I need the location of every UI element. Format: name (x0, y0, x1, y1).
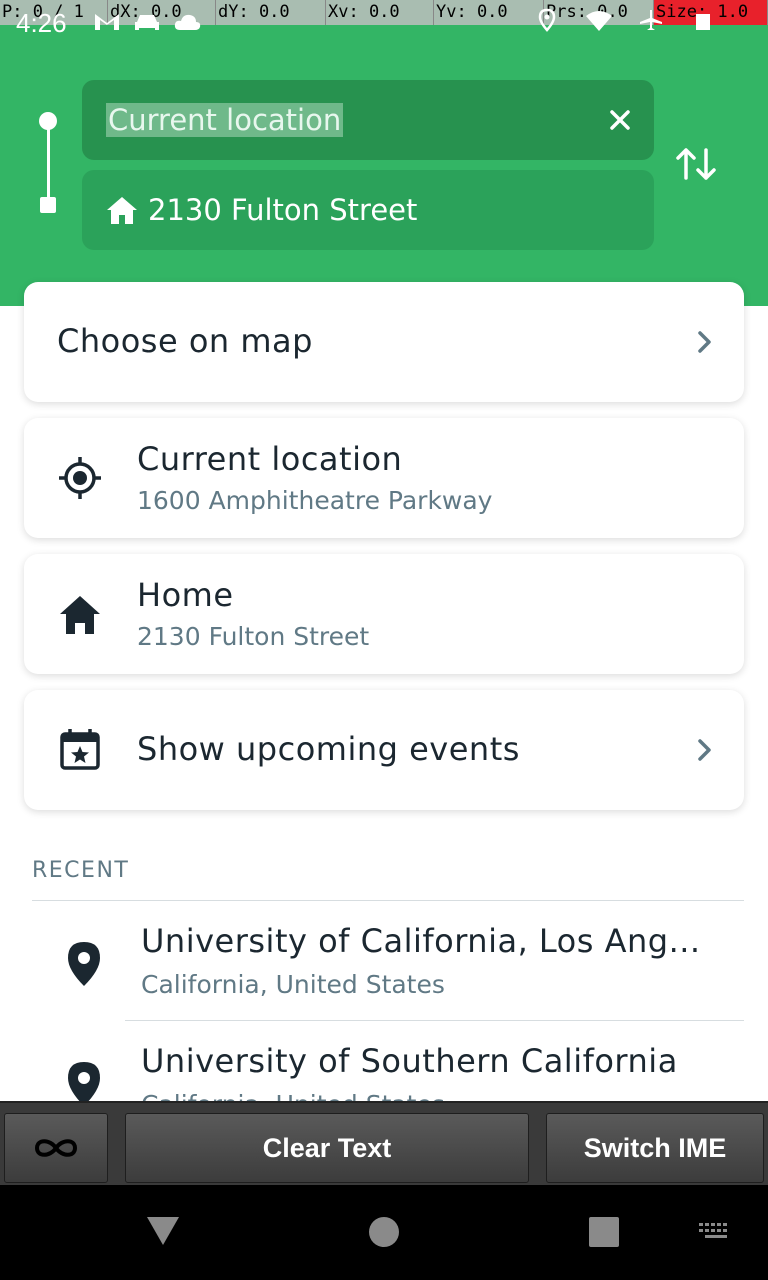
debug-yv: Yv: 0.0 (434, 0, 544, 25)
home-icon (107, 197, 137, 224)
home-title: Home (137, 576, 234, 614)
recent-section-header: RECENT (32, 858, 130, 883)
home-nav-icon[interactable] (368, 1216, 400, 1248)
recent-item-subtitle: California, United States (141, 970, 445, 999)
switch-ime-button[interactable]: Switch IME (546, 1113, 764, 1183)
infinity-button[interactable] (4, 1113, 108, 1183)
upcoming-events-card[interactable]: Show upcoming events (24, 690, 744, 810)
clear-text-button[interactable]: Clear Text (125, 1113, 529, 1183)
calendar-star-icon (60, 729, 100, 770)
current-location-address: 1600 Amphitheatre Parkway (137, 486, 493, 515)
place-pin-icon (68, 942, 100, 986)
clear-origin-icon[interactable] (608, 108, 632, 132)
cloud-icon (174, 14, 201, 30)
debug-xv: Xv: 0.0 (326, 0, 434, 25)
wifi-icon (586, 11, 612, 31)
status-system-icons (532, 8, 718, 32)
status-time: 4:26 (16, 8, 67, 38)
route-line (47, 126, 50, 202)
destination-input-text: 2130 Fulton Street (148, 193, 418, 227)
back-icon[interactable] (146, 1216, 180, 1246)
location-icon (538, 8, 556, 32)
current-location-title: Current location (137, 440, 403, 478)
upcoming-events-label: Show upcoming events (137, 730, 520, 768)
origin-input[interactable]: Current location (82, 80, 654, 160)
debug-dy: dY: 0.0 (216, 0, 326, 25)
keyboard-icon[interactable] (698, 1221, 732, 1243)
chevron-right-icon (698, 739, 711, 761)
car-icon (135, 15, 159, 30)
recents-icon[interactable] (588, 1216, 620, 1248)
divider (125, 1020, 744, 1021)
gmail-icon (95, 14, 119, 30)
choose-on-map-label: Choose on map (57, 322, 313, 360)
origin-input-text: Current location (106, 103, 344, 137)
current-location-card[interactable]: Current location 1600 Amphitheatre Parkw… (24, 418, 744, 538)
my-location-icon (59, 457, 101, 499)
swap-directions-icon[interactable] (672, 140, 720, 188)
system-nav-bar (0, 1185, 768, 1280)
choose-on-map-card[interactable]: Choose on map (24, 282, 744, 402)
recent-item-title: University of California, Los Ang... (141, 922, 701, 960)
airplane-icon (640, 10, 662, 30)
destination-input[interactable]: 2130 Fulton Street (82, 170, 654, 250)
home-card[interactable]: Home 2130 Fulton Street (24, 554, 744, 674)
status-notifications (92, 10, 202, 34)
home-address: 2130 Fulton Street (137, 622, 370, 651)
ime-toolbar: Clear Text Switch IME (0, 1101, 768, 1185)
recent-item-title: University of Southern California (141, 1042, 678, 1080)
battery-icon (696, 14, 710, 30)
route-destination-marker (40, 197, 56, 213)
infinity-icon (34, 1139, 78, 1157)
divider (32, 900, 744, 901)
chevron-right-icon (698, 331, 711, 353)
home-icon (60, 596, 100, 634)
